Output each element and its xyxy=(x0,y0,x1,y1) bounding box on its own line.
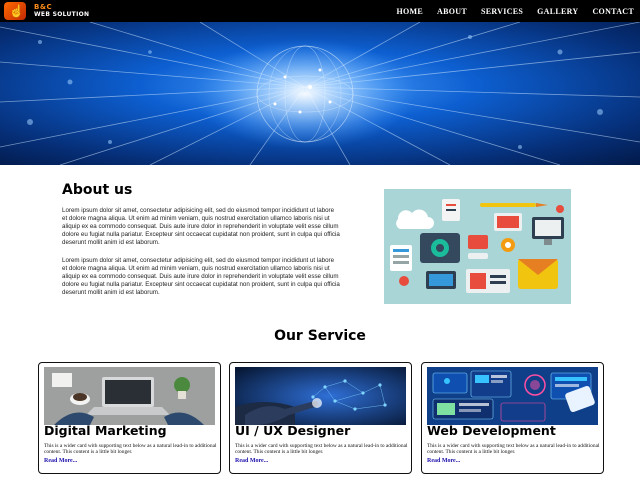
logo-badge: ☝ xyxy=(4,2,26,20)
card-text: This is a wider card with supporting tex… xyxy=(235,443,408,456)
laptop-desk-photo xyxy=(44,367,215,425)
hand-pointer-icon: ☝ xyxy=(9,4,24,18)
card-title: UI / UX Designer xyxy=(235,423,351,438)
card-text: This is a wider card with supporting tex… xyxy=(427,443,600,456)
tech-icons-illustration xyxy=(384,189,571,304)
hero-banner xyxy=(0,22,640,165)
brand-line1: B&C xyxy=(34,3,53,11)
service-card-ui-ux-designer: UI / UX Designer This is a wider card wi… xyxy=(229,362,412,474)
services-title: Our Service xyxy=(274,328,366,344)
navbar: ☝ B&C WEB SOLUTION HOME ABOUT SERVICES G… xyxy=(0,0,640,22)
read-more-link[interactable]: Read More... xyxy=(235,458,268,464)
read-more-link[interactable]: Read More... xyxy=(44,458,77,464)
card-title: Digital Marketing xyxy=(44,423,167,438)
nav-contact[interactable]: CONTACT xyxy=(592,7,634,16)
service-card-web-development: Web Development This is a wider card wit… xyxy=(421,362,604,474)
brand-line2: WEB SOLUTION xyxy=(34,11,90,18)
nav-about[interactable]: ABOUT xyxy=(437,7,467,16)
main-nav: HOME ABOUT SERVICES GALLERY CONTACT xyxy=(382,0,634,22)
read-more-link[interactable]: Read More... xyxy=(427,458,460,464)
brand-logo[interactable]: ☝ B&C WEB SOLUTION xyxy=(4,2,100,20)
nav-gallery[interactable]: GALLERY xyxy=(537,7,578,16)
about-paragraph-1: Lorem ipsum dolor sit amet, consectetur … xyxy=(62,207,340,246)
about-title: About us xyxy=(62,182,133,198)
digital-hand-photo xyxy=(235,367,406,425)
about-paragraph-2: Lorem ipsum dolor sit amet, consectetur … xyxy=(62,257,340,296)
card-text: This is a wider card with supporting tex… xyxy=(44,443,217,456)
nav-home[interactable]: HOME xyxy=(396,7,423,16)
service-card-digital-marketing: Digital Marketing This is a wider card w… xyxy=(38,362,221,474)
web-dev-devices-photo xyxy=(427,367,598,425)
nav-services[interactable]: SERVICES xyxy=(481,7,523,16)
network-globe-image xyxy=(0,22,640,165)
card-title: Web Development xyxy=(427,423,556,438)
